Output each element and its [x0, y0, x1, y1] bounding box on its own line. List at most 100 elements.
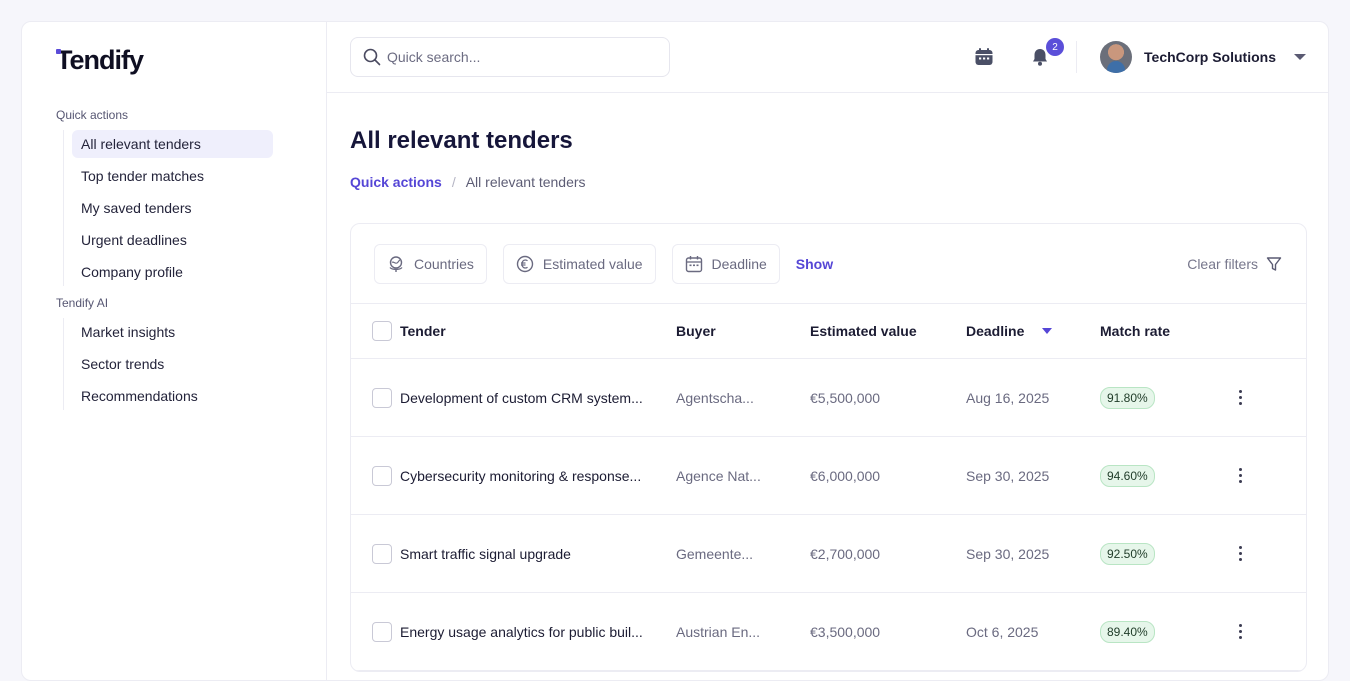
user-name[interactable]: TechCorp Solutions: [1144, 49, 1276, 65]
match-rate-badge: 92.50%: [1100, 542, 1155, 565]
sidebar-item-market-insights[interactable]: Market insights: [72, 318, 273, 346]
table-row[interactable]: Cybersecurity monitoring & response... A…: [351, 437, 1306, 515]
section-title-quick-actions: Quick actions: [56, 108, 129, 122]
search-box[interactable]: [350, 37, 670, 77]
clear-filters-label: Clear filters: [1187, 255, 1258, 272]
row-checkbox[interactable]: [372, 621, 392, 642]
row-checkbox[interactable]: [372, 387, 392, 408]
calendar-button[interactable]: [970, 43, 998, 71]
estimated-value-filter-label: Estimated value: [542, 255, 643, 272]
tender-cell: Cybersecurity monitoring & response...: [372, 465, 676, 486]
buyer-cell: Gemeente...: [676, 545, 754, 562]
table-row[interactable]: Energy usage analytics for public buil..…: [351, 593, 1306, 671]
search-icon: [363, 48, 381, 66]
row-menu-cell: [1220, 544, 1260, 563]
logo[interactable]: Tendify: [56, 44, 326, 76]
nav-group-quick-actions: All relevant tenders Top tender matches …: [63, 130, 326, 286]
table-header: Tender Buyer Estimated value Deadline Ma…: [351, 304, 1306, 359]
tender-title[interactable]: Development of custom CRM system...: [400, 390, 643, 406]
filter-bar: Countries Estimated value Deadline Show …: [351, 224, 1306, 304]
tender-cell: Development of custom CRM system...: [372, 387, 676, 408]
breadcrumb-current: All relevant tenders: [465, 174, 586, 190]
more-options-icon[interactable]: [1233, 388, 1248, 407]
buyer-cell: Agentscha...: [676, 389, 754, 406]
sidebar-item-sector-trends[interactable]: Sector trends: [72, 350, 273, 378]
header-buyer[interactable]: Buyer: [676, 323, 810, 339]
notifications-button[interactable]: 2: [1026, 38, 1065, 71]
sidebar-item-all-relevant-tenders[interactable]: All relevant tenders: [72, 130, 273, 158]
table-row[interactable]: Smart traffic signal upgrade Gemeente...…: [351, 515, 1306, 593]
tender-title[interactable]: Cybersecurity monitoring & response...: [400, 468, 641, 484]
value-cell: €2,700,000: [810, 545, 881, 562]
avatar[interactable]: [1100, 41, 1133, 73]
globe-icon: [389, 255, 403, 272]
header-deadline: Deadline: [966, 323, 1025, 339]
buyer-cell: Agence Nat...: [676, 467, 761, 484]
value-cell: €5,500,000: [810, 389, 881, 406]
deadline-filter-label: Deadline: [711, 255, 767, 272]
sort-desc-icon[interactable]: [1042, 328, 1053, 334]
sidebar-item-recommendations[interactable]: Recommendations: [72, 382, 273, 410]
tender-cell: Energy usage analytics for public buil..…: [372, 621, 676, 642]
buyer-cell: Austrian En...: [676, 623, 761, 640]
countries-filter-label: Countries: [414, 255, 474, 272]
deadline-cell: Sep 30, 2025: [966, 545, 1050, 562]
more-options-icon[interactable]: [1233, 466, 1248, 485]
row-menu-cell: [1220, 388, 1260, 407]
show-filters-link[interactable]: Show: [796, 256, 833, 272]
logo-mark: [56, 49, 61, 54]
more-options-icon[interactable]: [1233, 622, 1248, 641]
value-cell: €6,000,000: [810, 467, 881, 484]
logo-text: Tendify: [56, 44, 144, 75]
deadline-filter-button[interactable]: Deadline: [671, 243, 780, 284]
tender-title[interactable]: Smart traffic signal upgrade: [400, 546, 571, 562]
section-title-tendify-ai: Tendify AI: [56, 296, 109, 310]
breadcrumb-link-quick-actions[interactable]: Quick actions: [350, 174, 442, 190]
match-cell: 89.40%: [1100, 620, 1220, 643]
topbar-divider: [1076, 41, 1078, 73]
calendar-icon: [685, 255, 702, 272]
tender-title[interactable]: Energy usage analytics for public buil..…: [400, 624, 643, 640]
match-cell: 94.60%: [1100, 464, 1220, 487]
table-row[interactable]: Development of custom CRM system... Agen…: [351, 359, 1306, 437]
match-rate-badge: 91.80%: [1100, 386, 1155, 409]
main-area: 2 TechCorp Solutions All relevant tender…: [327, 22, 1328, 680]
sidebar-item-top-tender-matches[interactable]: Top tender matches: [72, 162, 273, 190]
header-cell-tender: Tender: [372, 321, 676, 341]
sidebar-item-my-saved-tenders[interactable]: My saved tenders: [72, 194, 273, 222]
row-checkbox[interactable]: [372, 543, 392, 564]
estimated-value-filter-button[interactable]: Estimated value: [502, 243, 656, 284]
match-rate-badge: 94.60%: [1100, 464, 1155, 487]
select-all-checkbox[interactable]: [372, 321, 392, 341]
topbar: 2 TechCorp Solutions: [327, 22, 1328, 93]
more-options-icon[interactable]: [1233, 544, 1248, 563]
row-checkbox[interactable]: [372, 465, 392, 486]
match-cell: 92.50%: [1100, 542, 1220, 565]
match-cell: 91.80%: [1100, 386, 1220, 409]
breadcrumb: Quick actions / All relevant tenders: [350, 174, 1307, 190]
page-title: All relevant tenders: [350, 127, 573, 154]
header-estimated-value[interactable]: Estimated value: [810, 323, 966, 339]
notification-badge: 2: [1046, 38, 1065, 56]
breadcrumb-separator: /: [451, 174, 456, 190]
filter-icon: [1266, 256, 1282, 271]
value-cell: €3,500,000: [810, 623, 881, 640]
calendar-icon: [975, 48, 993, 65]
search-input[interactable]: [387, 49, 647, 65]
match-rate-badge: 89.40%: [1100, 620, 1155, 643]
app-window: Tendify Quick actions All relevant tende…: [21, 21, 1329, 681]
topbar-right: 2 TechCorp Solutions: [970, 38, 1306, 73]
sidebar-item-urgent-deadlines[interactable]: Urgent deadlines: [72, 226, 273, 254]
tenders-card: Countries Estimated value Deadline Show …: [350, 223, 1307, 672]
header-match-rate[interactable]: Match rate: [1100, 323, 1220, 339]
countries-filter-button[interactable]: Countries: [374, 243, 487, 284]
header-tender[interactable]: Tender: [400, 323, 446, 339]
clear-filters-button[interactable]: Clear filters: [1187, 256, 1282, 272]
content: All relevant tenders Quick actions / All…: [327, 93, 1328, 672]
chevron-down-icon[interactable]: [1294, 54, 1306, 60]
header-cell-deadline[interactable]: Deadline: [966, 323, 1100, 339]
sidebar-item-company-profile[interactable]: Company profile: [72, 258, 273, 286]
nav-group-tendify-ai: Market insights Sector trends Recommenda…: [63, 318, 326, 410]
row-menu-cell: [1220, 622, 1260, 641]
euro-icon: [516, 255, 534, 272]
